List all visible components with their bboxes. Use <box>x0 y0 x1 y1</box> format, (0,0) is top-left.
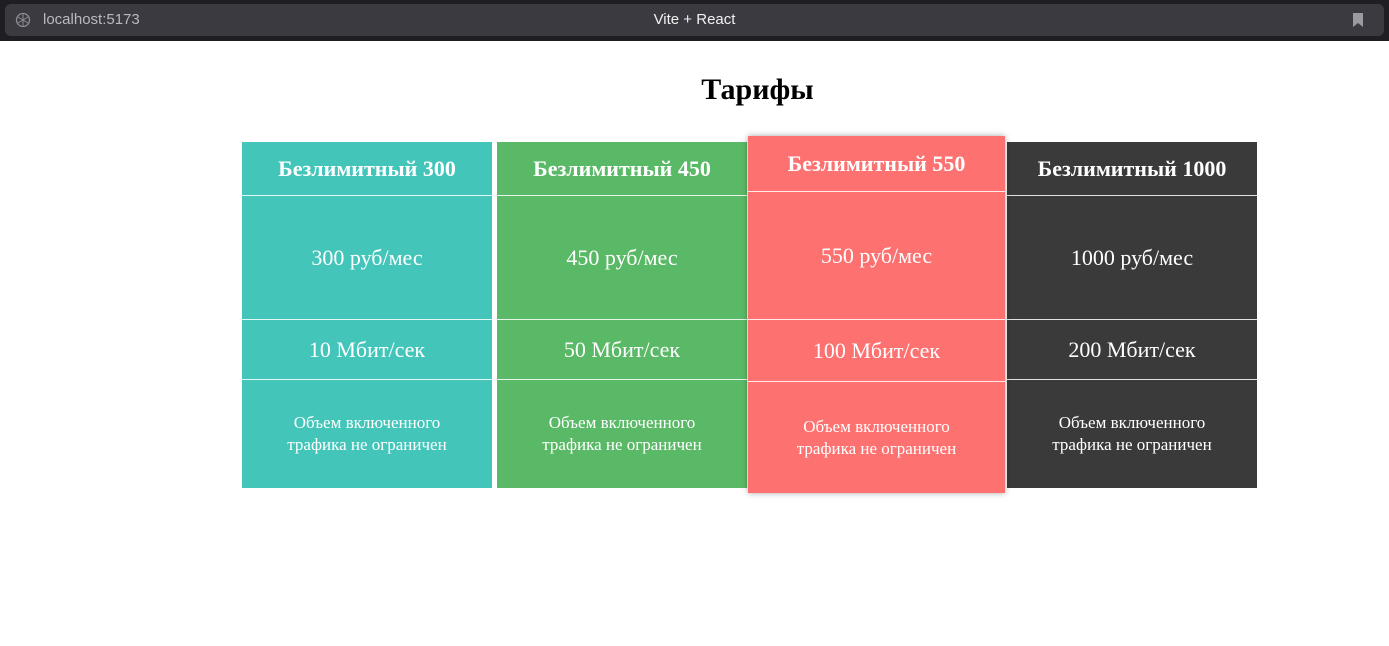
plan-name: Безлимитный 450 <box>533 155 711 181</box>
plan-speed: 200 Мбит/сек <box>1068 336 1196 362</box>
plan-card-300[interactable]: Безлимитный 300 300 руб/мес 10 Мбит/сек … <box>242 142 492 488</box>
plan-traffic: Объем включенного трафика не ограничен <box>796 416 957 458</box>
plan-traffic: Объем включенного трафика не ограничен <box>1052 413 1212 454</box>
plan-price: 300 руб/мес <box>311 244 423 270</box>
plan-name: Безлимитный 550 <box>787 150 966 176</box>
address-bar[interactable]: localhost:5173 Vite + React <box>5 4 1384 36</box>
globe-icon[interactable] <box>15 12 31 28</box>
plan-card-450[interactable]: Безлимитный 450 450 руб/мес 50 Мбит/сек … <box>497 142 747 488</box>
window-title: Vite + React <box>653 11 736 28</box>
url-text[interactable]: localhost:5173 <box>43 11 140 28</box>
plan-price: 550 руб/мес <box>820 242 933 268</box>
plan-name: Безлимитный 300 <box>278 155 456 181</box>
browser-chrome: localhost:5173 Vite + React <box>0 0 1389 41</box>
plan-card-550-selected[interactable]: Безлимитный 550 550 руб/мес 100 Мбит/сек… <box>748 136 1005 493</box>
plan-card-1000[interactable]: Безлимитный 1000 1000 руб/мес 200 Мбит/с… <box>1007 142 1257 488</box>
plan-speed: 10 Мбит/сек <box>308 336 426 362</box>
plan-price: 1000 руб/мес <box>1070 244 1194 270</box>
plan-traffic: Объем включенного трафика не ограничен <box>542 413 702 454</box>
page-title: Тарифы <box>701 73 814 106</box>
plan-speed: 100 Мбит/сек <box>812 337 941 363</box>
plan-traffic: Объем включенного трафика не ограничен <box>287 413 447 454</box>
plan-price: 450 руб/мес <box>566 244 678 270</box>
bookmark-icon[interactable] <box>1352 12 1364 28</box>
plan-speed: 50 Мбит/сек <box>563 336 681 362</box>
plan-name: Безлимитный 1000 <box>1037 155 1227 181</box>
